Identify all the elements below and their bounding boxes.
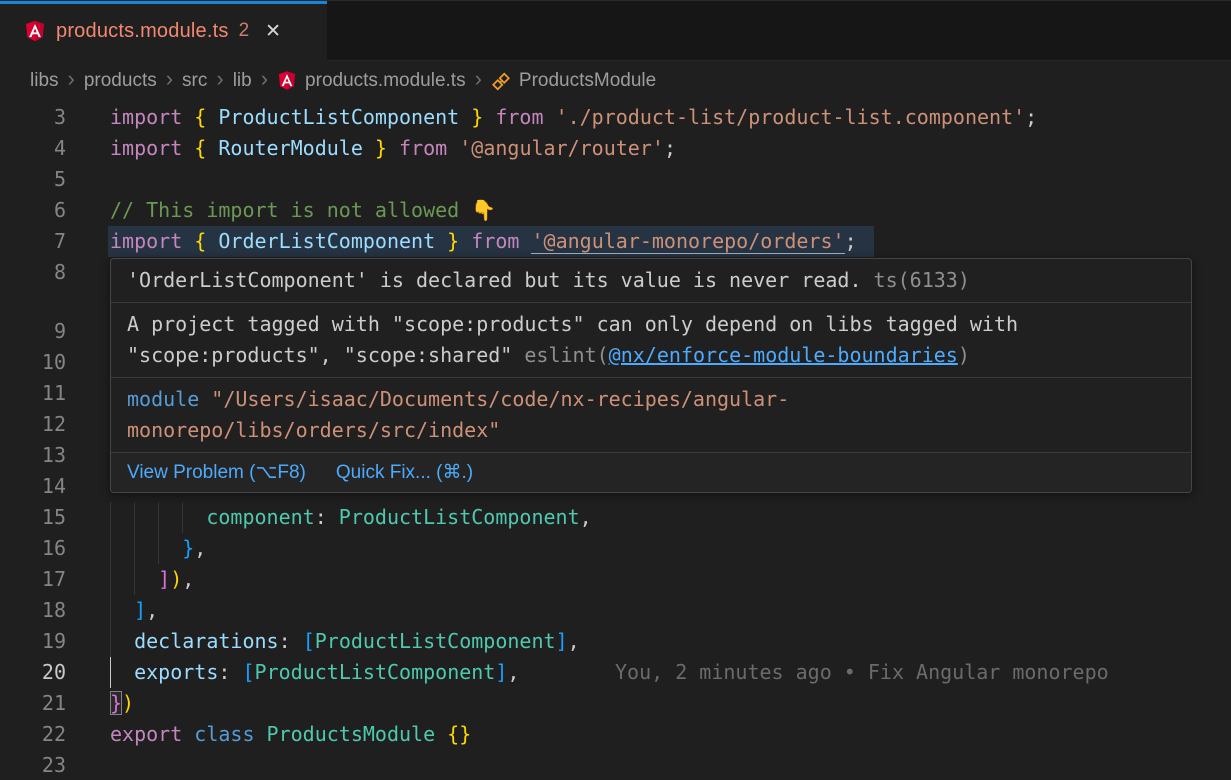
line-number[interactable]: 19 xyxy=(0,626,66,657)
line-number[interactable]: 13 xyxy=(0,440,66,471)
angular-icon xyxy=(24,19,46,43)
code-line-19[interactable]: 19 declarations: [ProductListComponent], xyxy=(0,626,1231,657)
angular-icon xyxy=(277,70,297,91)
active-tab-indicator xyxy=(0,1,327,4)
git-blame-annotation: You, 2 minutes ago • Fix Angular monorep… xyxy=(615,657,1109,688)
hover-eslint-diagnostic: A project tagged with "scope:products" c… xyxy=(111,303,1191,378)
code-text[interactable]: export class ProductsModule {} xyxy=(110,719,471,750)
code-line-17[interactable]: 17 ]), xyxy=(0,564,1231,595)
line-number[interactable]: 7 xyxy=(0,226,66,257)
code-text[interactable]: declarations: [ProductListComponent], xyxy=(110,626,580,657)
code-text[interactable]: import { ProductListComponent } from './… xyxy=(110,102,1037,133)
line-number[interactable]: 4 xyxy=(0,133,66,164)
code-line-3[interactable]: 3 import { ProductListComponent } from '.… xyxy=(0,102,1231,133)
code-line-4[interactable]: 4 import { RouterModule } from '@angular/… xyxy=(0,133,1231,164)
chevron-right-icon: › xyxy=(261,68,268,93)
close-icon[interactable]: ✕ xyxy=(265,22,281,41)
module-keyword: module xyxy=(127,387,199,411)
code-text[interactable]: import { OrderListComponent } from '@ang… xyxy=(110,226,857,257)
chevron-right-icon: › xyxy=(166,68,173,93)
code-line-15[interactable]: 15 component: ProductListComponent, xyxy=(0,502,1231,533)
code-text[interactable]: // This import is not allowed 👇 xyxy=(110,195,496,226)
code-text[interactable]: }) xyxy=(110,688,134,719)
breadcrumb-item-libs[interactable]: libs xyxy=(30,70,59,92)
tab-bar: products.module.ts 2 ✕ xyxy=(0,0,1231,60)
code-line-18[interactable]: 18 ], xyxy=(0,595,1231,626)
code-editor[interactable]: 'OrderListComponent' is declared but its… xyxy=(0,100,1231,780)
line-number[interactable]: 12 xyxy=(0,409,66,440)
code-line-20[interactable]: 20 exports: [ProductListComponent], You, … xyxy=(0,657,1231,688)
breadcrumb: libs › products › src › lib › products.m… xyxy=(0,60,1231,100)
breadcrumb-item-file[interactable]: products.module.ts xyxy=(277,70,466,92)
code-line-5[interactable]: 5 xyxy=(0,164,1231,195)
breadcrumb-item-lib[interactable]: lib xyxy=(233,70,252,92)
tab-products-module[interactable]: products.module.ts 2 ✕ xyxy=(0,1,327,61)
code-line-22[interactable]: 22 export class ProductsModule {} xyxy=(0,719,1231,750)
line-number[interactable]: 9 xyxy=(0,316,66,347)
symbol-class-icon xyxy=(491,71,511,92)
line-number[interactable]: 10 xyxy=(0,347,66,378)
view-problem-button[interactable]: View Problem (⌥F8) xyxy=(127,461,306,484)
hover-status-bar: View Problem (⌥F8) Quick Fix... (⌘.) xyxy=(111,453,1191,492)
hover-message: 'OrderListComponent' is declared but its… xyxy=(127,268,862,292)
hover-module-info: module "/Users/isaac/Documents/code/nx-r… xyxy=(111,378,1191,453)
tab-problem-count: 2 xyxy=(239,20,250,42)
code-text[interactable]: ], xyxy=(110,595,158,626)
line-number[interactable]: 17 xyxy=(0,564,66,595)
line-number[interactable]: 6 xyxy=(0,195,66,226)
hover-popup: 'OrderListComponent' is declared but its… xyxy=(110,258,1192,493)
code-line-21[interactable]: 21}) xyxy=(0,688,1231,719)
code-text[interactable]: component: ProductListComponent, xyxy=(110,502,592,533)
code-text[interactable]: import { RouterModule } from '@angular/r… xyxy=(110,133,676,164)
tab-title: products.module.ts xyxy=(56,20,229,43)
chevron-right-icon: › xyxy=(68,68,75,93)
hover-ts-diagnostic: 'OrderListComponent' is declared but its… xyxy=(111,259,1191,303)
code-text[interactable]: ]), xyxy=(110,564,194,595)
line-number[interactable]: 14 xyxy=(0,471,66,502)
line-number[interactable]: 8 xyxy=(0,257,66,288)
line-number[interactable]: 22 xyxy=(0,719,66,750)
quick-fix-button[interactable]: Quick Fix... (⌘.) xyxy=(336,461,473,484)
breadcrumb-item-src[interactable]: src xyxy=(182,70,207,92)
eslint-rule-link[interactable]: @nx/enforce-module-boundaries xyxy=(609,343,958,367)
line-number[interactable]: 21 xyxy=(0,688,66,719)
chevron-right-icon: › xyxy=(216,68,223,93)
code-line-7[interactable]: 7 import { OrderListComponent } from '@an… xyxy=(0,226,1231,257)
line-number[interactable]: 20 xyxy=(0,657,66,688)
code-text[interactable]: exports: [ProductListComponent], xyxy=(110,657,519,688)
line-number[interactable]: 23 xyxy=(0,750,66,780)
line-number[interactable]: 3 xyxy=(0,102,66,133)
breadcrumb-item-products[interactable]: products xyxy=(84,70,157,92)
code-line-6[interactable]: 6 // This import is not allowed 👇 xyxy=(0,195,1231,226)
breadcrumb-item-symbol[interactable]: ProductsModule xyxy=(491,69,656,92)
line-number[interactable]: 15 xyxy=(0,502,66,533)
module-specifier-link: '@angular-monorepo/orders' xyxy=(531,229,844,254)
code-line-23[interactable]: 23 xyxy=(0,750,1231,780)
code-line-16[interactable]: 16 }, xyxy=(0,533,1231,564)
line-number[interactable]: 5 xyxy=(0,164,66,195)
code-text[interactable]: }, xyxy=(110,533,206,564)
line-number[interactable]: 11 xyxy=(0,378,66,409)
line-number[interactable]: 16 xyxy=(0,533,66,564)
chevron-right-icon: › xyxy=(475,68,482,93)
diagnostic-code: ts(6133) xyxy=(862,268,970,292)
line-number[interactable]: 18 xyxy=(0,595,66,626)
